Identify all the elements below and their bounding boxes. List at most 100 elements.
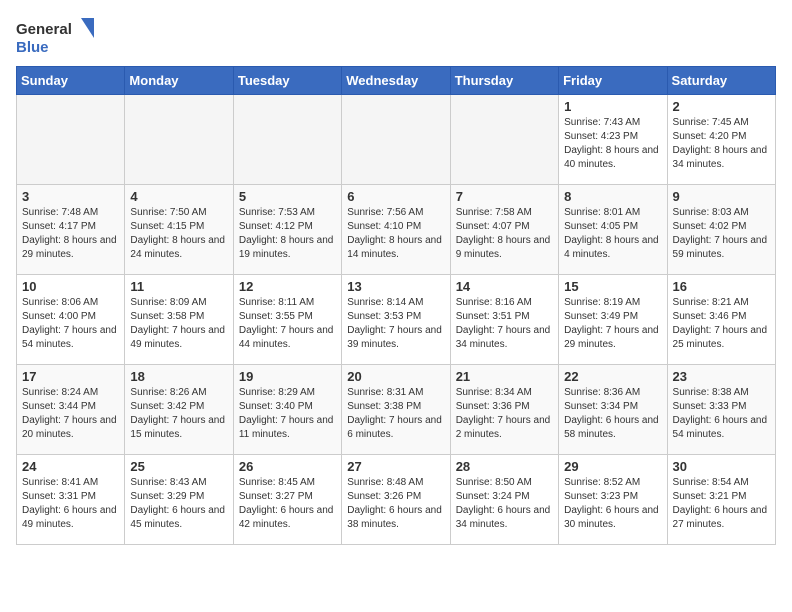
calendar-cell: 21 Sunrise: 8:34 AM Sunset: 3:36 PM Dayli… [450, 365, 558, 455]
calendar-cell: 9 Sunrise: 8:03 AM Sunset: 4:02 PM Daylig… [667, 185, 775, 275]
calendar-cell: 24Sunrise: 8:41 AM Sunset: 3:31 PM Dayli… [17, 455, 125, 545]
day-info: Sunrise: 7:53 AM Sunset: 4:12 PM Dayligh… [239, 206, 336, 262]
calendar-cell [342, 95, 450, 185]
day-info: Sunrise: 8:21 AM Sunset: 3:46 PM Dayligh… [673, 296, 770, 352]
calendar-cell: 29 Sunrise: 8:52 AM Sunset: 3:23 PM Dayli… [559, 455, 667, 545]
day-number: 9 [673, 189, 770, 204]
day-number: 6 [347, 189, 444, 204]
calendar-cell: 19Sunrise: 8:29 AM Sunset: 3:40 PM Dayli… [233, 365, 341, 455]
day-info: Sunrise: 8:36 AM Sunset: 3:34 PM Dayligh… [564, 386, 661, 442]
week-row-4: 17 Sunrise: 8:24 AM Sunset: 3:44 PM Dayli… [17, 365, 776, 455]
day-number: 28 [456, 459, 553, 474]
day-number: 12 [239, 279, 336, 294]
day-info: Sunrise: 8:54 AM Sunset: 3:21 PM Dayligh… [673, 476, 770, 532]
calendar-cell: 1 Sunrise: 7:43 AM Sunset: 4:23 PM Daylig… [559, 95, 667, 185]
weekday-header-saturday: Saturday [667, 67, 775, 95]
day-info: Sunrise: 8:11 AM Sunset: 3:55 PM Dayligh… [239, 296, 336, 352]
calendar-cell: 23Sunrise: 8:38 AM Sunset: 3:33 PM Dayli… [667, 365, 775, 455]
day-info: Sunrise: 8:09 AM Sunset: 3:58 PM Dayligh… [130, 296, 227, 352]
day-number: 30 [673, 459, 770, 474]
weekday-header-friday: Friday [559, 67, 667, 95]
day-info: Sunrise: 7:48 AM Sunset: 4:17 PM Dayligh… [22, 206, 119, 262]
calendar-cell [17, 95, 125, 185]
day-info: Sunrise: 8:43 AM Sunset: 3:29 PM Dayligh… [130, 476, 227, 532]
weekday-header-sunday: Sunday [17, 67, 125, 95]
day-number: 7 [456, 189, 553, 204]
calendar-cell: 3 Sunrise: 7:48 AM Sunset: 4:17 PM Daylig… [17, 185, 125, 275]
day-info: Sunrise: 8:24 AM Sunset: 3:44 PM Dayligh… [22, 386, 119, 442]
day-info: Sunrise: 8:26 AM Sunset: 3:42 PM Dayligh… [130, 386, 227, 442]
day-number: 16 [673, 279, 770, 294]
weekday-header-wednesday: Wednesday [342, 67, 450, 95]
day-info: Sunrise: 8:19 AM Sunset: 3:49 PM Dayligh… [564, 296, 661, 352]
calendar-cell: 14 Sunrise: 8:16 AM Sunset: 3:51 PM Dayli… [450, 275, 558, 365]
day-info: Sunrise: 8:01 AM Sunset: 4:05 PM Dayligh… [564, 206, 661, 262]
calendar-cell: 10 Sunrise: 8:06 AM Sunset: 4:00 PM Dayli… [17, 275, 125, 365]
day-number: 15 [564, 279, 661, 294]
week-row-3: 10 Sunrise: 8:06 AM Sunset: 4:00 PM Dayli… [17, 275, 776, 365]
day-info: Sunrise: 7:50 AM Sunset: 4:15 PM Dayligh… [130, 206, 227, 262]
day-info: Sunrise: 8:50 AM Sunset: 3:24 PM Dayligh… [456, 476, 553, 532]
day-number: 13 [347, 279, 444, 294]
day-number: 8 [564, 189, 661, 204]
day-number: 5 [239, 189, 336, 204]
svg-text:Blue: Blue [16, 39, 49, 56]
calendar-cell: 17 Sunrise: 8:24 AM Sunset: 3:44 PM Dayli… [17, 365, 125, 455]
day-info: Sunrise: 7:43 AM Sunset: 4:23 PM Dayligh… [564, 116, 661, 172]
calendar-cell: 7 Sunrise: 7:58 AM Sunset: 4:07 PM Daylig… [450, 185, 558, 275]
day-number: 19 [239, 369, 336, 384]
calendar-cell [125, 95, 233, 185]
week-row-5: 24Sunrise: 8:41 AM Sunset: 3:31 PM Dayli… [17, 455, 776, 545]
day-number: 11 [130, 279, 227, 294]
calendar-cell: 20 Sunrise: 8:31 AM Sunset: 3:38 PM Dayli… [342, 365, 450, 455]
day-info: Sunrise: 8:06 AM Sunset: 4:00 PM Dayligh… [22, 296, 119, 352]
day-number: 10 [22, 279, 119, 294]
day-info: Sunrise: 7:56 AM Sunset: 4:10 PM Dayligh… [347, 206, 444, 262]
day-info: Sunrise: 8:48 AM Sunset: 3:26 PM Dayligh… [347, 476, 444, 532]
day-info: Sunrise: 8:45 AM Sunset: 3:27 PM Dayligh… [239, 476, 336, 532]
calendar-cell: 2 Sunrise: 7:45 AM Sunset: 4:20 PM Daylig… [667, 95, 775, 185]
calendar-cell: 27 Sunrise: 8:48 AM Sunset: 3:26 PM Dayli… [342, 455, 450, 545]
calendar-cell: 11 Sunrise: 8:09 AM Sunset: 3:58 PM Dayli… [125, 275, 233, 365]
day-number: 14 [456, 279, 553, 294]
day-number: 22 [564, 369, 661, 384]
day-info: Sunrise: 7:45 AM Sunset: 4:20 PM Dayligh… [673, 116, 770, 172]
calendar-cell [233, 95, 341, 185]
day-number: 25 [130, 459, 227, 474]
day-number: 20 [347, 369, 444, 384]
day-info: Sunrise: 8:03 AM Sunset: 4:02 PM Dayligh… [673, 206, 770, 262]
day-info: Sunrise: 8:52 AM Sunset: 3:23 PM Dayligh… [564, 476, 661, 532]
calendar-cell: 4 Sunrise: 7:50 AM Sunset: 4:15 PM Daylig… [125, 185, 233, 275]
day-info: Sunrise: 7:58 AM Sunset: 4:07 PM Dayligh… [456, 206, 553, 262]
calendar-cell [450, 95, 558, 185]
weekday-header-tuesday: Tuesday [233, 67, 341, 95]
calendar-cell: 5 Sunrise: 7:53 AM Sunset: 4:12 PM Daylig… [233, 185, 341, 275]
calendar-cell: 8 Sunrise: 8:01 AM Sunset: 4:05 PM Daylig… [559, 185, 667, 275]
day-number: 29 [564, 459, 661, 474]
day-number: 17 [22, 369, 119, 384]
day-number: 4 [130, 189, 227, 204]
day-number: 1 [564, 99, 661, 114]
day-info: Sunrise: 8:16 AM Sunset: 3:51 PM Dayligh… [456, 296, 553, 352]
day-info: Sunrise: 8:31 AM Sunset: 3:38 PM Dayligh… [347, 386, 444, 442]
calendar-table: SundayMondayTuesdayWednesdayThursdayFrid… [16, 66, 776, 545]
calendar-cell: 18Sunrise: 8:26 AM Sunset: 3:42 PM Dayli… [125, 365, 233, 455]
week-row-1: 1 Sunrise: 7:43 AM Sunset: 4:23 PM Daylig… [17, 95, 776, 185]
day-number: 2 [673, 99, 770, 114]
day-number: 24 [22, 459, 119, 474]
logo: GeneralBlue [16, 16, 96, 56]
week-row-2: 3 Sunrise: 7:48 AM Sunset: 4:17 PM Daylig… [17, 185, 776, 275]
calendar-cell: 6 Sunrise: 7:56 AM Sunset: 4:10 PM Daylig… [342, 185, 450, 275]
calendar-cell: 28 Sunrise: 8:50 AM Sunset: 3:24 PM Dayli… [450, 455, 558, 545]
calendar-cell: 25 Sunrise: 8:43 AM Sunset: 3:29 PM Dayli… [125, 455, 233, 545]
day-number: 26 [239, 459, 336, 474]
day-info: Sunrise: 8:38 AM Sunset: 3:33 PM Dayligh… [673, 386, 770, 442]
calendar-cell: 16 Sunrise: 8:21 AM Sunset: 3:46 PM Dayli… [667, 275, 775, 365]
calendar-cell: 30 Sunrise: 8:54 AM Sunset: 3:21 PM Dayli… [667, 455, 775, 545]
day-number: 27 [347, 459, 444, 474]
weekday-header-monday: Monday [125, 67, 233, 95]
day-number: 3 [22, 189, 119, 204]
logo-icon: GeneralBlue [16, 16, 96, 56]
day-info: Sunrise: 8:34 AM Sunset: 3:36 PM Dayligh… [456, 386, 553, 442]
day-number: 21 [456, 369, 553, 384]
